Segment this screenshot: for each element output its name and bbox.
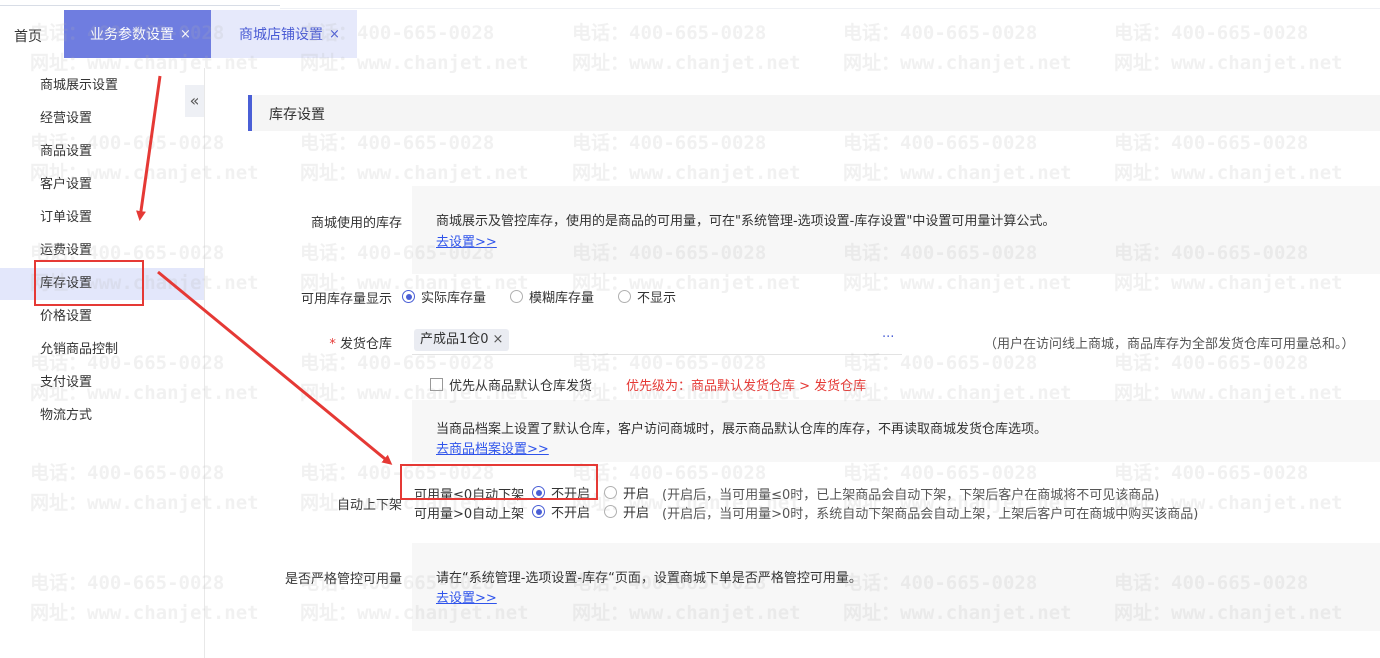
watermark-text: 电话：400-665-0028 — [572, 132, 767, 154]
close-icon[interactable]: × — [329, 27, 340, 42]
sidebar-item-operation[interactable]: 经营设置 — [0, 103, 204, 135]
tab-mall-store-settings[interactable]: 商城店铺设置 × — [211, 10, 357, 58]
sidebar-item-payment[interactable]: 支付设置 — [0, 367, 204, 399]
sidebar-item-customer[interactable]: 客户设置 — [0, 169, 204, 201]
auto-off-shelf-hint: (开启后，当可用量≤0时，已上架商品会自动下架，下架后客户在商城将不可见该商品) — [662, 488, 1160, 503]
radio-unselected-icon — [604, 505, 617, 518]
sidebar-item-inventory[interactable]: 库存设置 — [0, 268, 204, 300]
top-divider-right — [280, 8, 1380, 9]
stock-usage-link[interactable]: 去设置>> — [436, 231, 497, 250]
required-mark: * — [329, 337, 336, 352]
radio-selected-icon — [402, 290, 415, 303]
radio-auto-off-enabled-label: 开启 — [623, 487, 650, 502]
watermark-text: 电话：400-665-0028 — [1114, 462, 1309, 484]
watermark-text: 电话：400-665-0028 — [1114, 132, 1309, 154]
warehouse-label-text: 发货仓库 — [339, 337, 392, 352]
default-warehouse-desc: 当商品档案上设置了默认仓库，客户访问商城时，展示商品默认仓库的库存，不再读取商城… — [436, 422, 1048, 437]
tab-business-params-label: 业务参数设置 — [90, 27, 174, 43]
section-title: 库存设置 — [269, 107, 325, 123]
radio-actual-stock[interactable]: 实际库存量 — [402, 287, 486, 306]
stock-display-label: 可用库存量显示 — [300, 292, 392, 307]
stock-usage-desc: 商城展示及管控库存，使用的是商品的可用量，可在"系统管理-选项设置-库存设置"中… — [436, 214, 1056, 229]
radio-fuzzy-stock-label: 模糊库存量 — [529, 291, 595, 306]
radio-auto-on-disabled[interactable]: 不开启 — [532, 502, 590, 521]
watermark-text: 网址：www.chanjet.net — [1114, 162, 1343, 184]
sidebar-item-mall-display[interactable]: 商城展示设置 — [0, 70, 204, 102]
priority-note: 优先级为：商品默认发货仓库 > 发货仓库 — [626, 379, 867, 394]
warehouse-tag-label: 产成品1仓0 — [420, 332, 489, 347]
collapse-sidebar-icon[interactable]: « — [185, 85, 204, 117]
watermark-text: 电话：400-665-0028 — [300, 462, 495, 484]
radio-auto-on-disabled-label: 不开启 — [551, 506, 591, 521]
auto-on-shelf-label: 可用量>0自动上架 — [414, 507, 525, 522]
stock-usage-panel — [412, 186, 1380, 274]
watermark-text: 电话：400-665-0028 — [843, 132, 1038, 154]
tab-bar: 首页 业务参数设置 × 商城店铺设置 × — [0, 10, 1380, 58]
radio-actual-stock-label: 实际库存量 — [421, 291, 487, 306]
tab-business-params[interactable]: 业务参数设置 × — [64, 10, 211, 58]
radio-selected-icon — [532, 486, 545, 499]
radio-auto-off-disabled[interactable]: 不开启 — [532, 483, 590, 502]
watermark-text: 网址：www.chanjet.net — [572, 162, 801, 184]
sidebar-item-product[interactable]: 商品设置 — [0, 136, 204, 168]
watermark-text: 电话：400-665-0028 — [843, 462, 1038, 484]
product-archive-link[interactable]: 去商品档案设置>> — [436, 438, 549, 457]
radio-hide-stock-label: 不显示 — [637, 291, 677, 306]
watermark-text: 网址：www.chanjet.net — [300, 162, 529, 184]
auto-off-shelf-label: 可用量≤0自动下架 — [414, 488, 525, 503]
strict-control-label: 是否严格管控可用量 — [284, 572, 402, 587]
tag-close-icon[interactable]: × — [493, 332, 504, 347]
watermark-text: 电话：400-665-0028 — [1114, 352, 1309, 374]
sidebar: 商城展示设置 经营设置 商品设置 客户设置 订单设置 运费设置 库存设置 价格设… — [0, 68, 205, 658]
warehouse-select[interactable]: 产成品1仓0 × ··· — [412, 326, 902, 355]
radio-auto-off-enabled[interactable]: 开启 — [604, 483, 649, 502]
top-divider — [0, 5, 280, 6]
warehouse-tag: 产成品1仓0 × — [414, 329, 510, 351]
tab-mall-store-settings-label: 商城店铺设置 — [239, 27, 323, 43]
warehouse-label: * 发货仓库 — [310, 333, 392, 352]
sidebar-item-allowed-products[interactable]: 允销商品控制 — [0, 334, 204, 366]
section-accent-bar — [248, 95, 252, 131]
radio-unselected-icon — [510, 290, 523, 303]
radio-auto-on-enabled[interactable]: 开启 — [604, 502, 649, 521]
watermark-text: 电话：400-665-0028 — [300, 132, 495, 154]
radio-selected-icon — [532, 505, 545, 518]
radio-auto-off-disabled-label: 不开启 — [551, 487, 591, 502]
strict-control-panel — [412, 543, 1380, 631]
checkbox-icon — [430, 378, 443, 391]
watermark-text: 网址：www.chanjet.net — [843, 162, 1072, 184]
auto-on-shelf-hint: (开启后，当可用量>0时，系统自动下架商品会自动上架，上架后客户可在商城中购买该… — [662, 507, 1199, 522]
radio-unselected-icon — [604, 486, 617, 499]
radio-auto-on-enabled-label: 开启 — [623, 506, 650, 521]
radio-fuzzy-stock[interactable]: 模糊库存量 — [510, 287, 594, 306]
sidebar-item-price[interactable]: 价格设置 — [0, 301, 204, 333]
stock-usage-label: 商城使用的库存 — [310, 216, 402, 231]
default-warehouse-checkbox[interactable]: 优先从商品默认仓库发货 — [430, 375, 592, 394]
sidebar-item-logistics[interactable]: 物流方式 — [0, 400, 204, 432]
strict-control-link[interactable]: 去设置>> — [436, 587, 497, 606]
more-icon[interactable]: ··· — [882, 330, 894, 345]
strict-control-desc: 请在“系统管理-选项设置-库存“页面，设置商城下单是否严格管控可用量。 — [436, 571, 862, 586]
sidebar-item-freight[interactable]: 运费设置 — [0, 235, 204, 267]
auto-shelf-label: 自动上下架 — [336, 498, 402, 513]
warehouse-note: （用户在访问线上商城，商品库存为全部发货仓库可用量总和。） — [984, 337, 1355, 352]
default-warehouse-checkbox-label: 优先从商品默认仓库发货 — [449, 379, 593, 394]
section-header: 库存设置 — [248, 95, 1380, 131]
radio-hide-stock[interactable]: 不显示 — [618, 287, 676, 306]
close-icon[interactable]: × — [180, 27, 191, 42]
sidebar-item-order[interactable]: 订单设置 — [0, 202, 204, 234]
tab-home[interactable]: 首页 — [14, 26, 42, 46]
radio-unselected-icon — [618, 290, 631, 303]
watermark-text: 电话：400-665-0028 — [572, 462, 767, 484]
